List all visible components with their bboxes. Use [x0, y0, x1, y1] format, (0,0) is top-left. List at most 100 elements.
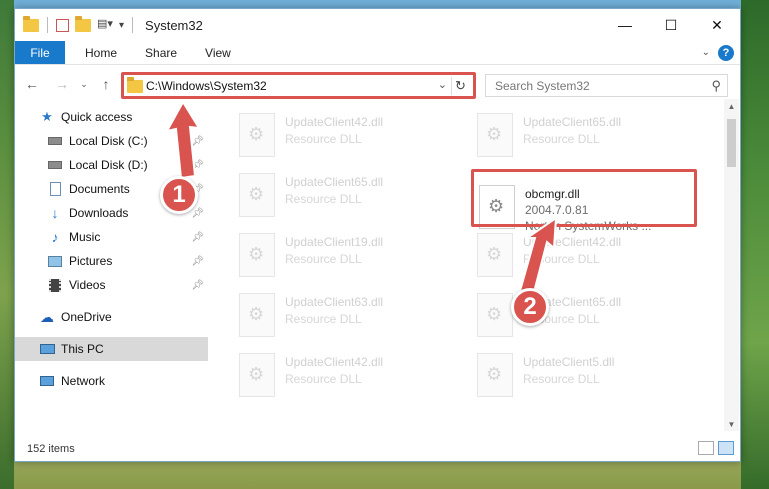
file-description: Resource DLL — [285, 312, 362, 326]
file-name: UpdateClient42.dll — [523, 235, 622, 249]
dll-file-icon — [239, 353, 275, 397]
dll-file-icon — [239, 293, 275, 337]
list-item[interactable]: UpdateClient5.dll Resource DLL — [453, 349, 673, 401]
search-icon: ⚲ — [711, 78, 721, 93]
sidebar-item-local-disk-d[interactable]: Local Disk (D:) 📌︎ — [15, 153, 208, 177]
list-item[interactable]: UpdateClient65.dllResource DLL — [453, 289, 673, 341]
ribbon-tabs: File Home Share View ⌄ ? — [15, 41, 740, 65]
pin-icon[interactable]: 📌︎ — [191, 160, 204, 171]
sidebar-item-label: Downloads — [69, 206, 129, 220]
sidebar-item-local-disk-c[interactable]: Local Disk (C:) 📌︎ — [15, 129, 208, 153]
up-button[interactable]: ↑ — [97, 75, 115, 93]
address-highlight-box — [121, 72, 476, 99]
minimize-button[interactable]: — — [602, 9, 648, 41]
address-row: ← → ⌄ ↑ C:\Windows\System32 ⌄ ↻ Search S… — [15, 69, 740, 99]
sidebar-item-label: OneDrive — [61, 310, 112, 324]
folder-icon — [23, 15, 39, 32]
rename-icon[interactable]: ▤▾ — [97, 17, 113, 33]
status-bar: 152 items — [15, 437, 740, 461]
recent-locations-button[interactable]: ⌄ — [75, 75, 93, 93]
list-item[interactable]: UpdateClient63.dll Resource DLL — [215, 289, 435, 341]
help-button[interactable]: ? — [718, 44, 734, 61]
dll-file-icon — [477, 233, 513, 277]
scroll-up-icon[interactable]: ▲ — [724, 99, 739, 113]
sidebar-item-this-pc[interactable]: This PC — [15, 337, 208, 361]
list-item[interactable]: UpdateClient65.dll Resource DLL — [453, 109, 673, 161]
expand-ribbon-icon[interactable]: ⌄ — [702, 47, 710, 58]
sidebar-item-label: This PC — [61, 342, 104, 356]
pin-icon[interactable]: 📌︎ — [191, 232, 204, 243]
toolbar-divider — [47, 17, 48, 33]
file-description: Resource DLL — [523, 252, 600, 266]
download-icon: ↓ — [51, 205, 59, 221]
music-icon: ♪ — [51, 229, 59, 245]
pin-icon[interactable]: 📌︎ — [191, 256, 204, 267]
callout-badge-1: 1 — [160, 176, 198, 214]
file-name: UpdateClient5.dll — [523, 355, 615, 369]
list-item[interactable]: UpdateClient19.dll Resource DLL — [215, 229, 435, 281]
file-name: UpdateClient19.dll — [285, 235, 384, 249]
list-item[interactable]: UpdateClient42.dll Resource DLL — [215, 349, 435, 401]
forward-button[interactable]: → — [53, 75, 71, 93]
sidebar-item-label: Pictures — [69, 254, 113, 268]
customize-toolbar-icon[interactable]: ▾ — [119, 20, 124, 31]
tab-share[interactable]: Share — [131, 41, 191, 64]
sidebar-item-label: Local Disk (C:) — [69, 134, 148, 148]
pin-icon[interactable]: 📌︎ — [191, 208, 204, 219]
properties-icon[interactable] — [56, 18, 69, 32]
title-bar: ▤▾ ▾ System32 — ☐ ✕ — [15, 9, 740, 41]
pin-icon[interactable]: 📌︎ — [191, 280, 204, 291]
sidebar-item-videos[interactable]: Videos 📌︎ — [15, 273, 208, 297]
search-input[interactable]: Search System32 ⚲ — [485, 74, 728, 97]
ribbon-right-controls: ⌄ ? — [702, 41, 740, 64]
sidebar-item-quick-access[interactable]: ★ Quick access — [15, 105, 208, 129]
window-title: System32 — [145, 17, 203, 33]
search-placeholder: Search System32 — [495, 78, 590, 93]
dll-file-icon — [477, 293, 513, 337]
dll-file-icon — [477, 113, 513, 157]
sidebar-item-label: Local Disk (D:) — [69, 158, 148, 172]
list-item[interactable]: UpdateClient42.dll Resource DLL — [453, 229, 673, 281]
file-highlight-box — [471, 169, 697, 227]
quick-access-toolbar: ▤▾ ▾ — [15, 15, 135, 33]
dll-file-icon — [239, 113, 275, 157]
maximize-button[interactable]: ☐ — [648, 9, 694, 41]
file-description: Resource DLL — [285, 372, 362, 386]
sidebar-item-onedrive[interactable]: ☁ OneDrive — [15, 305, 208, 329]
pin-icon[interactable]: 📌︎ — [191, 136, 204, 147]
sidebar-item-music[interactable]: ♪ Music 📌︎ — [15, 225, 208, 249]
file-description: Resource DLL — [523, 132, 600, 146]
sidebar-item-pictures[interactable]: Pictures 📌︎ — [15, 249, 208, 273]
file-name: UpdateClient65.dll — [523, 115, 622, 129]
scroll-down-icon[interactable]: ▼ — [724, 417, 739, 431]
sidebar-item-label: Quick access — [61, 110, 133, 124]
dll-file-icon — [239, 233, 275, 277]
list-item[interactable]: UpdateClient65.dllResource DLL — [215, 169, 435, 221]
desktop-background-right — [741, 0, 769, 489]
sidebar-item-label: Videos — [69, 278, 106, 292]
network-icon — [39, 373, 55, 389]
view-toggle — [698, 441, 734, 455]
file-description: Resource DLL — [523, 372, 600, 386]
tiles-view-icon[interactable] — [718, 441, 734, 455]
tab-file[interactable]: File — [15, 41, 65, 64]
navigation-pane: ★ Quick access Local Disk (C:) 📌︎ Local … — [15, 105, 208, 430]
tab-view[interactable]: View — [191, 41, 245, 64]
file-name: UpdateClient42.dll — [285, 115, 384, 129]
new-folder-icon[interactable] — [75, 15, 91, 32]
details-view-icon[interactable] — [698, 441, 714, 455]
tab-home[interactable]: Home — [65, 41, 131, 64]
sidebar-item-network[interactable]: Network — [15, 369, 208, 393]
computer-icon — [39, 341, 55, 357]
videos-icon — [47, 277, 63, 293]
window-controls: — ☐ ✕ — [602, 9, 740, 41]
sidebar-item-label: Network — [61, 374, 106, 388]
pictures-icon — [47, 253, 63, 269]
back-button[interactable]: ← — [23, 75, 41, 93]
scrollbar-thumb[interactable] — [727, 119, 736, 167]
documents-icon — [47, 181, 63, 197]
list-item[interactable]: UpdateClient42.dll Resource DLL — [215, 109, 435, 161]
close-button[interactable]: ✕ — [694, 9, 740, 41]
vertical-scrollbar[interactable]: ▲ ▼ — [724, 99, 739, 431]
dll-file-icon — [239, 173, 275, 217]
